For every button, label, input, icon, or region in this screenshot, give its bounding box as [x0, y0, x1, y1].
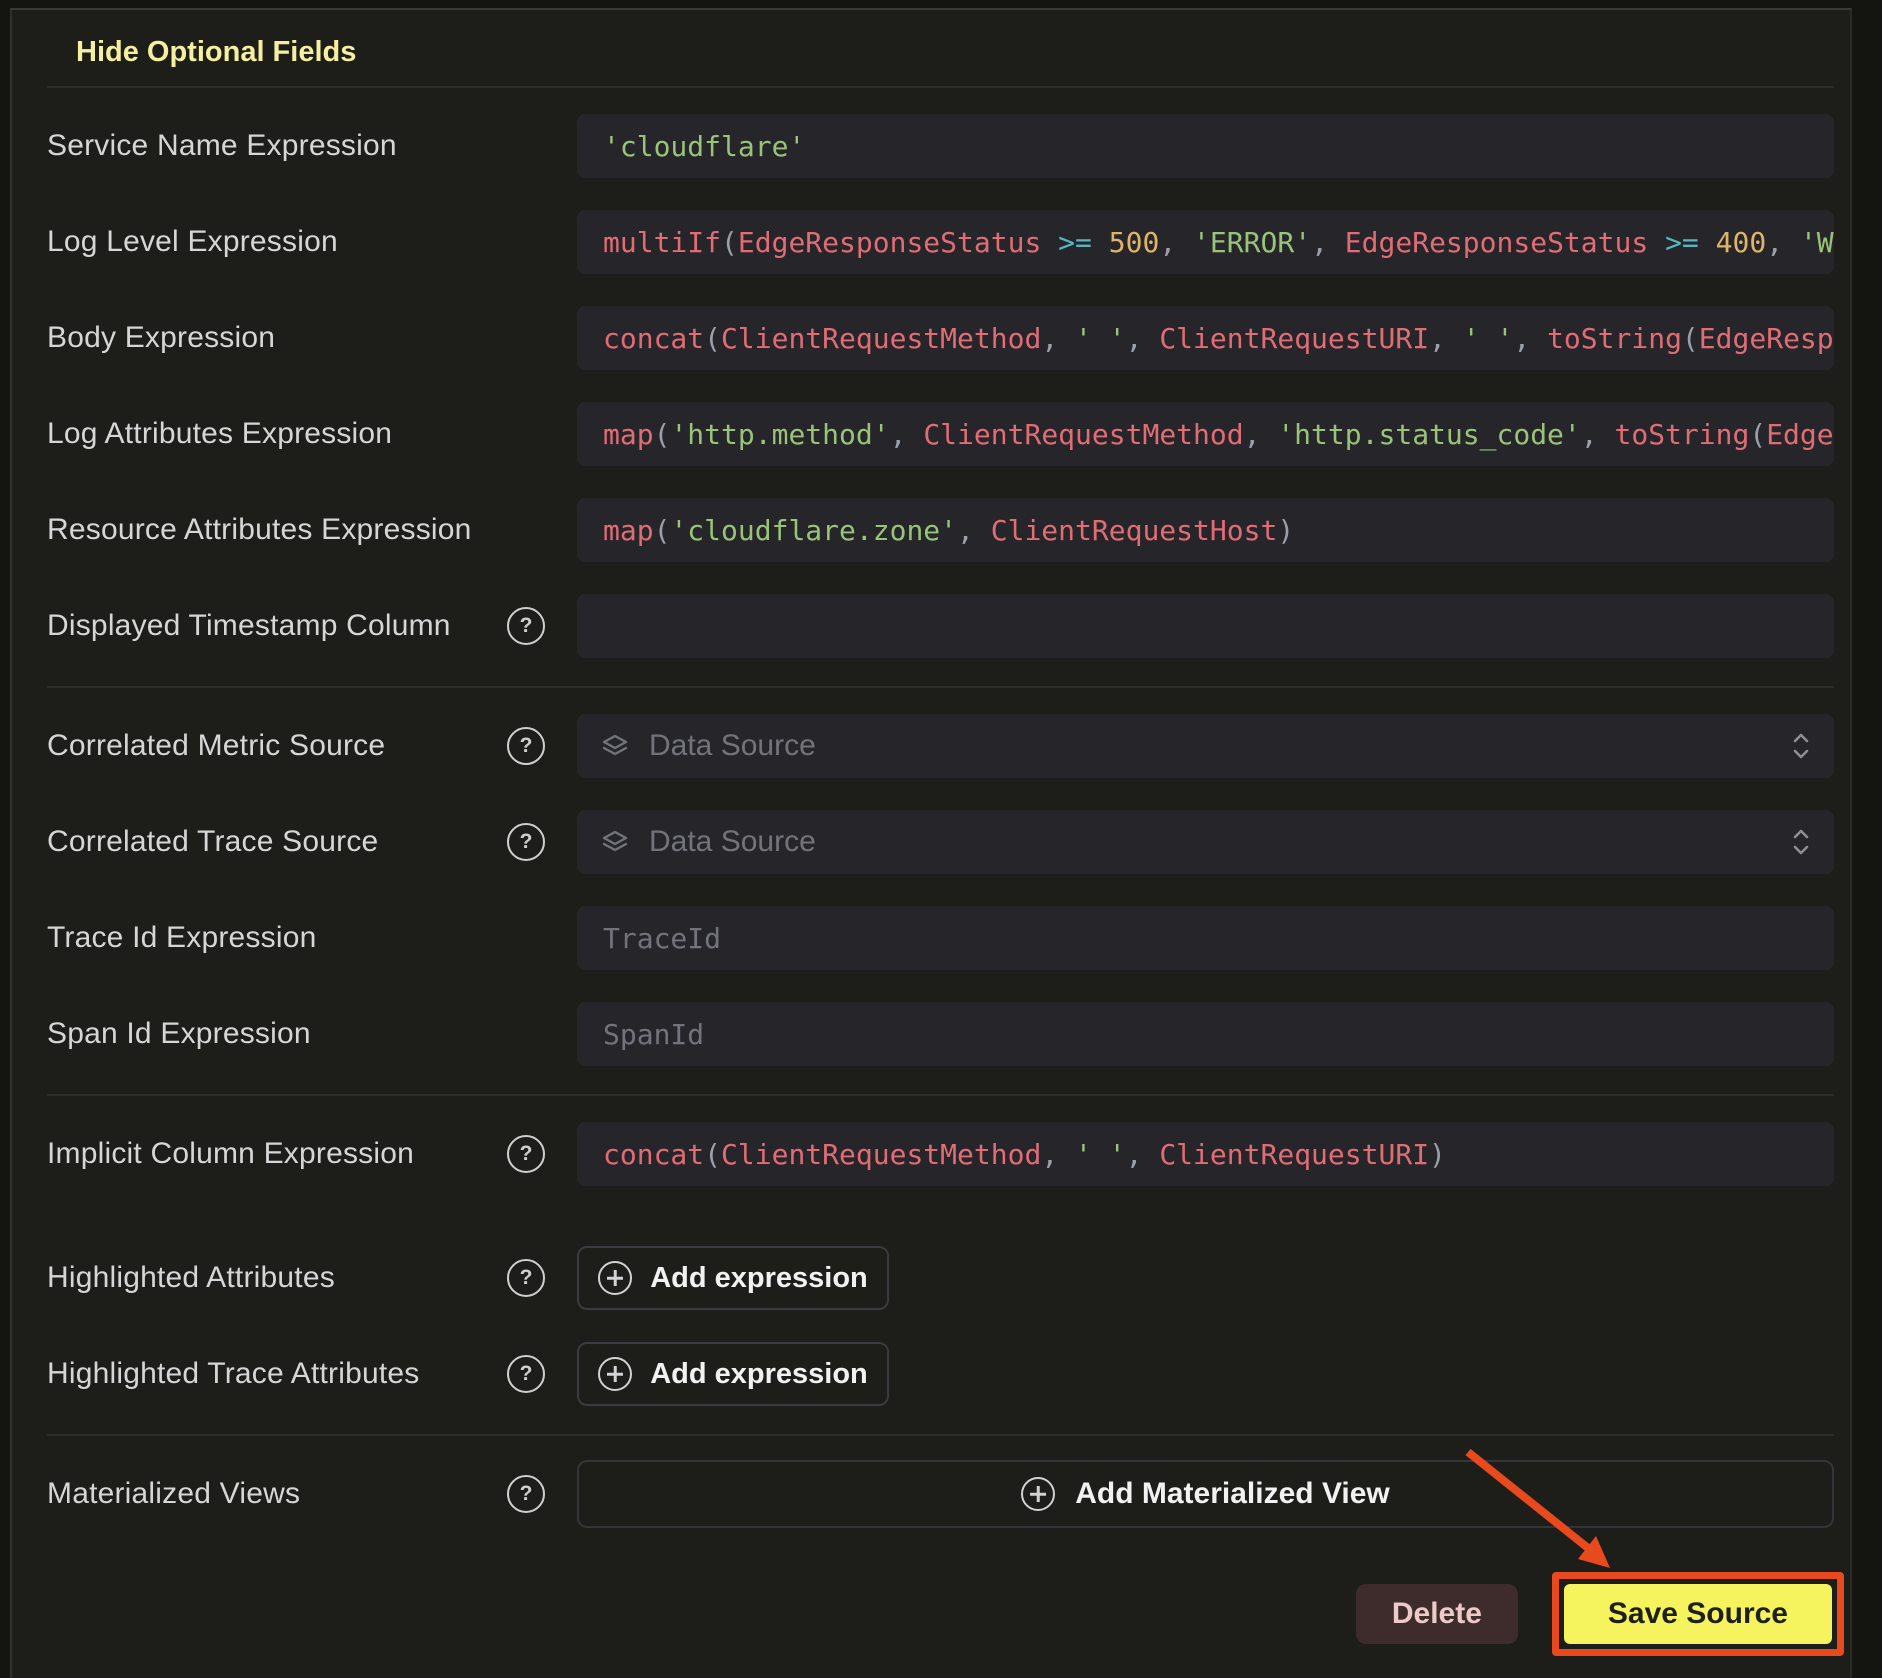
field-row-log-attributes: Log Attributes Expression map('http.meth…: [47, 402, 1834, 466]
form-actions: Delete Save Source: [47, 1572, 1834, 1656]
plus-circle-icon: [598, 1357, 632, 1391]
field-row-correlated-metric: Correlated Metric Source ? Data Source: [47, 714, 1834, 778]
service-name-label: Service Name Expression: [47, 128, 507, 164]
layers-icon: [599, 730, 631, 762]
correlated-trace-label: Correlated Trace Source: [47, 824, 507, 860]
annotation-highlight: Save Source: [1552, 1572, 1844, 1656]
input-placeholder: SpanId: [603, 1018, 704, 1051]
field-row-trace-id: Trace Id Expression TraceId: [47, 906, 1834, 970]
field-row-span-id: Span Id Expression SpanId: [47, 1002, 1834, 1066]
add-expression-label: Add expression: [650, 1262, 868, 1295]
delete-button[interactable]: Delete: [1356, 1584, 1518, 1644]
field-row-correlated-trace: Correlated Trace Source ? Data Source: [47, 810, 1834, 874]
highlighted-trace-attributes-label: Highlighted Trace Attributes: [47, 1356, 507, 1392]
resource-attributes-label: Resource Attributes Expression: [47, 512, 507, 548]
field-row-service-name: Service Name Expression 'cloudflare': [47, 114, 1834, 178]
hide-optional-fields-toggle[interactable]: Hide Optional Fields: [47, 32, 1834, 72]
span-id-label: Span Id Expression: [47, 1016, 507, 1052]
resource-attributes-expression-input[interactable]: map('cloudflare.zone', ClientRequestHost…: [577, 498, 1834, 562]
add-materialized-view-button[interactable]: Add Materialized View: [577, 1460, 1834, 1528]
log-attributes-label: Log Attributes Expression: [47, 416, 507, 452]
plus-circle-icon: [598, 1261, 632, 1295]
field-row-log-level: Log Level Expression multiIf(EdgeRespons…: [47, 210, 1834, 274]
body-label: Body Expression: [47, 320, 507, 356]
layers-icon: [599, 826, 631, 858]
section-divider: [47, 1094, 1834, 1096]
correlated-metric-label: Correlated Metric Source: [47, 728, 507, 764]
unfold-icon: [1790, 714, 1812, 778]
field-row-highlighted-attributes: Highlighted Attributes ? Add expression: [47, 1246, 1834, 1310]
help-icon[interactable]: ?: [507, 607, 545, 645]
section-divider: [47, 86, 1834, 88]
add-materialized-view-label: Add Materialized View: [1075, 1477, 1390, 1511]
add-expression-button[interactable]: Add expression: [577, 1246, 889, 1310]
section-divider: [47, 686, 1834, 688]
field-row-highlighted-trace-attributes: Highlighted Trace Attributes ? Add expre…: [47, 1342, 1834, 1406]
select-placeholder: Data Source: [649, 729, 816, 763]
input-placeholder: TraceId: [603, 922, 721, 955]
service-name-expression-input[interactable]: 'cloudflare': [577, 114, 1834, 178]
log-level-label: Log Level Expression: [47, 224, 507, 260]
add-expression-button[interactable]: Add expression: [577, 1342, 889, 1406]
highlighted-attributes-label: Highlighted Attributes: [47, 1260, 507, 1296]
span-id-expression-input[interactable]: SpanId: [577, 1002, 1834, 1066]
help-icon[interactable]: ?: [507, 1475, 545, 1513]
help-icon[interactable]: ?: [507, 1355, 545, 1393]
displayed-timestamp-input[interactable]: [577, 594, 1834, 658]
correlated-trace-source-select[interactable]: Data Source: [577, 810, 1834, 874]
trace-id-expression-input[interactable]: TraceId: [577, 906, 1834, 970]
trace-id-label: Trace Id Expression: [47, 920, 507, 956]
field-row-implicit-column: Implicit Column Expression ? concat(Clie…: [47, 1122, 1834, 1186]
log-level-expression-input[interactable]: multiIf(EdgeResponseStatus >= 500, 'ERRO…: [577, 210, 1834, 274]
add-expression-label: Add expression: [650, 1358, 868, 1391]
log-attributes-expression-input[interactable]: map('http.method', ClientRequestMethod, …: [577, 402, 1834, 466]
help-icon[interactable]: ?: [507, 1259, 545, 1297]
help-icon[interactable]: ?: [507, 823, 545, 861]
implicit-column-label: Implicit Column Expression: [47, 1136, 507, 1172]
plus-circle-icon: [1021, 1477, 1055, 1511]
save-source-button[interactable]: Save Source: [1564, 1584, 1832, 1644]
body-expression-input[interactable]: concat(ClientRequestMethod, ' ', ClientR…: [577, 306, 1834, 370]
field-row-displayed-timestamp: Displayed Timestamp Column ?: [47, 594, 1834, 658]
help-icon[interactable]: ?: [507, 1135, 545, 1173]
field-row-materialized-views: Materialized Views ? Add Materialized Vi…: [47, 1460, 1834, 1528]
source-settings-panel: Hide Optional Fields Service Name Expres…: [10, 8, 1852, 1678]
correlated-metric-source-select[interactable]: Data Source: [577, 714, 1834, 778]
materialized-views-label: Materialized Views: [47, 1476, 507, 1512]
section-divider: [47, 1434, 1834, 1436]
field-row-resource-attributes: Resource Attributes Expression map('clou…: [47, 498, 1834, 562]
help-icon[interactable]: ?: [507, 727, 545, 765]
implicit-column-expression-input[interactable]: concat(ClientRequestMethod, ' ', ClientR…: [577, 1122, 1834, 1186]
field-row-body: Body Expression concat(ClientRequestMeth…: [47, 306, 1834, 370]
select-placeholder: Data Source: [649, 825, 816, 859]
displayed-timestamp-label: Displayed Timestamp Column: [47, 608, 507, 644]
unfold-icon: [1790, 810, 1812, 874]
